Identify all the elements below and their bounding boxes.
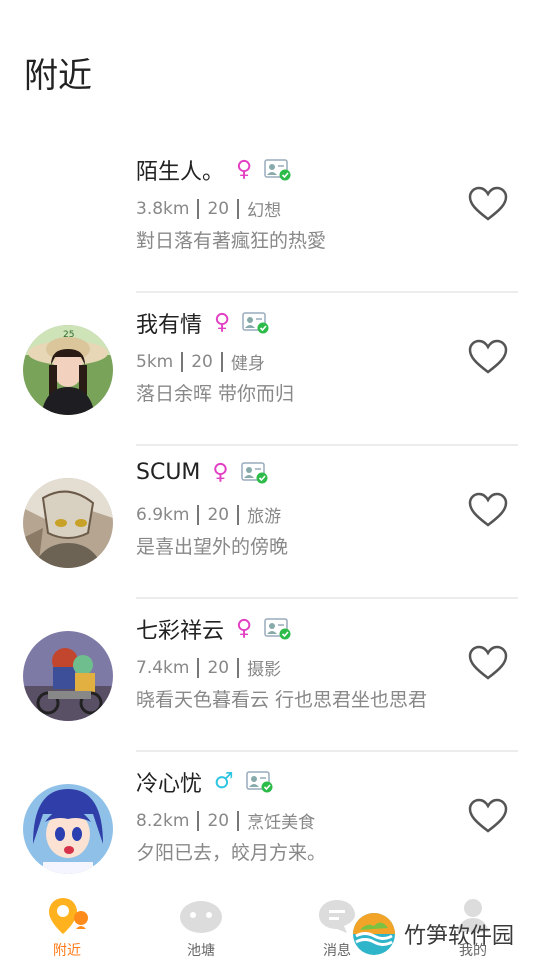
interest: 健身 [230, 354, 265, 374]
watermark: 竹笋软件园 [352, 910, 532, 958]
user-bio: 夕阳已去，皎月方来。 [136, 842, 327, 864]
svg-text:25: 25 [63, 330, 74, 340]
tab-label: 池塘 [187, 943, 215, 959]
user-card[interactable]: 冷心忧 ♂ 8.2km 20 烹饪美食 夕阳已去，皎月方来。 [0, 752, 540, 905]
verified-icon [264, 159, 292, 181]
user-card[interactable]: 陌生人。 ♀ 3.8km 20 幻想 對日落有著瘋狂的热愛 [0, 140, 540, 293]
location-pin-icon [49, 898, 88, 934]
message-icon [319, 900, 355, 933]
interest: 幻想 [247, 201, 282, 221]
user-bio: 是喜出望外的傍晚 [136, 536, 289, 558]
distance: 5km [136, 351, 174, 372]
user-card[interactable]: 七彩祥云 ♀ 7.4km 20 摄影 晓看天色暮看云 行也思君坐也思君 [0, 599, 540, 752]
age: 20 [207, 504, 230, 525]
avatar[interactable]: 25 [23, 325, 113, 415]
male-icon: ♂ [214, 769, 234, 794]
verified-icon [240, 461, 269, 484]
like-heart-icon[interactable] [468, 645, 508, 681]
user-list: 陌生人。 ♀ 3.8km 20 幻想 對日落有著瘋狂的热愛 25 我有情 ♀ 5… [0, 140, 540, 905]
page-title: 附近 [24, 56, 92, 96]
avatar[interactable] [23, 784, 113, 874]
avatar[interactable] [23, 172, 113, 262]
age: 20 [207, 198, 230, 219]
user-card[interactable]: 25 我有情 ♀ 5km 20 健身 落日余晖 带你而归 [0, 293, 540, 446]
avatar[interactable] [23, 478, 113, 568]
age: 20 [191, 351, 213, 372]
interest: 烹饪美食 [247, 813, 316, 833]
user-name: 我有情 [136, 313, 203, 338]
female-icon: ♀ [236, 616, 253, 641]
verified-icon [246, 771, 274, 793]
user-name: 冷心忧 [136, 772, 203, 797]
female-icon: ♀ [212, 459, 229, 485]
distance: 6.9km [136, 504, 190, 525]
age: 20 [207, 810, 230, 831]
female-icon: ♀ [214, 310, 231, 335]
like-heart-icon[interactable] [468, 492, 508, 528]
like-heart-icon[interactable] [468, 339, 508, 375]
distance: 7.4km [136, 657, 190, 678]
interest: 摄影 [247, 660, 282, 680]
verified-icon [242, 312, 270, 334]
watermark-logo-icon [353, 913, 395, 955]
female-icon: ♀ [236, 157, 253, 182]
tab-label: 附近 [53, 943, 81, 959]
distance: 8.2km [136, 810, 190, 831]
watermark-text: 竹笋软件园 [404, 924, 515, 949]
user-bio: 晓看天色暮看云 行也思君坐也思君 [136, 689, 428, 711]
user-bio: 對日落有著瘋狂的热愛 [136, 230, 327, 252]
pond-icon [180, 901, 222, 933]
interest: 旅游 [247, 507, 282, 527]
verified-icon [264, 618, 292, 640]
age: 20 [207, 657, 230, 678]
user-bio: 落日余晖 带你而归 [136, 383, 295, 405]
avatar[interactable] [23, 631, 113, 721]
user-card[interactable]: SCUM ♀ 6.9km 20 旅游 是喜出望外的傍晚 [0, 446, 540, 599]
like-heart-icon[interactable] [468, 798, 508, 834]
user-name: 陌生人。 [136, 160, 225, 185]
user-name: SCUM [136, 460, 201, 485]
distance: 3.8km [136, 198, 190, 219]
user-name: 七彩祥云 [136, 619, 225, 644]
like-heart-icon[interactable] [468, 186, 508, 222]
